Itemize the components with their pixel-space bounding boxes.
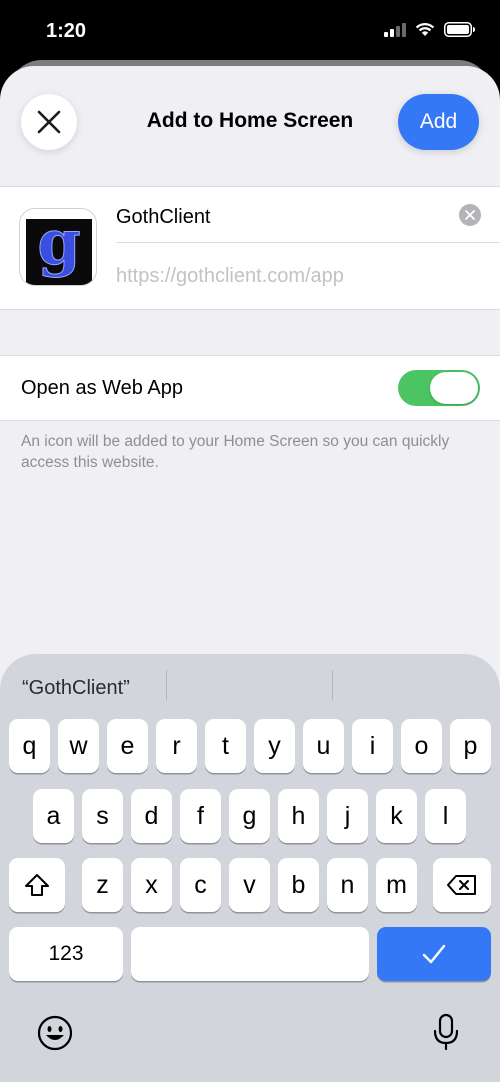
key-h[interactable]: h (278, 789, 319, 843)
key-m[interactable]: m (376, 858, 417, 912)
emoji-icon (37, 1015, 73, 1051)
key-v[interactable]: v (229, 858, 270, 912)
field-divider (116, 242, 500, 243)
delete-key[interactable] (433, 858, 491, 912)
app-icon: g (19, 208, 97, 286)
key-x[interactable]: x (131, 858, 172, 912)
key-w[interactable]: w (58, 719, 99, 773)
wifi-icon (415, 22, 435, 36)
key-k[interactable]: k (376, 789, 417, 843)
add-button[interactable]: Add (398, 94, 479, 150)
key-e[interactable]: e (107, 719, 148, 773)
toggle-knob (430, 372, 478, 404)
clear-text-icon[interactable] (459, 204, 481, 226)
suggestion-item[interactable]: “GothClient” (22, 674, 130, 702)
key-y[interactable]: y (254, 719, 295, 773)
key-u[interactable]: u (303, 719, 344, 773)
suggestion-divider (166, 670, 167, 700)
key-i[interactable]: i (352, 719, 393, 773)
shift-icon (25, 874, 49, 896)
open-as-web-app-label: Open as Web App (21, 377, 183, 399)
open-as-web-app-toggle[interactable] (398, 370, 480, 406)
key-p[interactable]: p (450, 719, 491, 773)
keyboard: “GothClient” qwertyuiop asdfghjkl zxcvbn… (0, 654, 500, 1082)
app-info-card: g GothClient https://gothclient.com/app (0, 186, 500, 310)
footnote: An icon will be added to your Home Scree… (21, 433, 450, 471)
numbers-key[interactable]: 123 (9, 927, 123, 981)
key-z[interactable]: z (82, 858, 123, 912)
svg-text:g: g (37, 209, 80, 279)
key-q[interactable]: q (9, 719, 50, 773)
status-bar: 1:20 (0, 0, 500, 62)
emoji-button[interactable] (34, 1012, 76, 1054)
key-j[interactable]: j (327, 789, 368, 843)
key-a[interactable]: a (33, 789, 74, 843)
key-t[interactable]: t (205, 719, 246, 773)
backspace-icon (447, 875, 476, 895)
key-c[interactable]: c (180, 858, 221, 912)
open-as-web-app-row: Open as Web App (0, 355, 500, 421)
app-url: https://gothclient.com/app (116, 265, 344, 287)
cellular-signal-icon (384, 22, 406, 37)
status-time: 1:20 (46, 20, 87, 42)
done-key[interactable] (377, 927, 491, 981)
gothclient-logo-icon: g (20, 209, 96, 285)
battery-icon (444, 22, 475, 37)
key-n[interactable]: n (327, 858, 368, 912)
suggestion-divider (332, 670, 333, 700)
key-o[interactable]: o (401, 719, 442, 773)
key-d[interactable]: d (131, 789, 172, 843)
key-f[interactable]: f (180, 789, 221, 843)
microphone-icon (433, 1013, 459, 1051)
status-icons (384, 22, 476, 37)
key-g[interactable]: g (229, 789, 270, 843)
dictation-button[interactable] (426, 1010, 466, 1054)
space-key[interactable] (131, 927, 369, 981)
key-r[interactable]: r (156, 719, 197, 773)
shift-key[interactable] (9, 858, 65, 912)
app-name-input[interactable]: GothClient (116, 203, 456, 231)
key-b[interactable]: b (278, 858, 319, 912)
key-l[interactable]: l (425, 789, 466, 843)
key-s[interactable]: s (82, 789, 123, 843)
checkmark-icon (422, 944, 446, 964)
